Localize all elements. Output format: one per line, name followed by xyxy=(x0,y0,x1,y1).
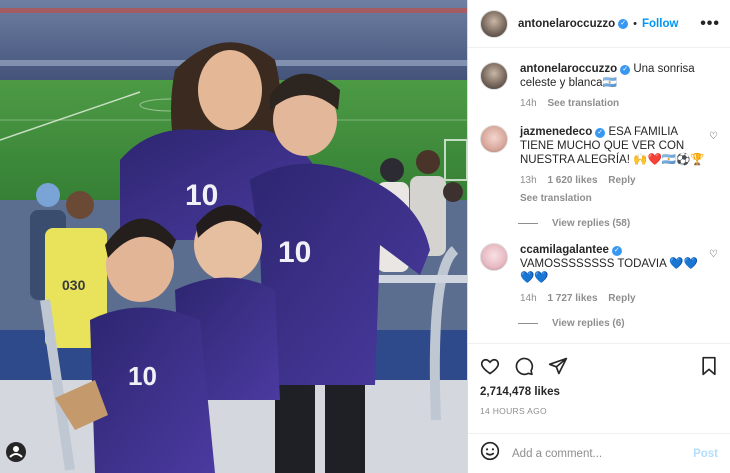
bookmark-icon[interactable] xyxy=(700,356,718,376)
post-actions: 2,714,478 likes 14 HOURS AGO xyxy=(468,343,730,416)
woman-jersey-number: 10 xyxy=(185,179,218,212)
verified-badge-icon: ✓ xyxy=(620,65,631,75)
svg-text:030: 030 xyxy=(62,277,86,293)
follow-button[interactable]: Follow xyxy=(642,18,678,30)
commenter-username[interactable]: jazmenedeco xyxy=(520,126,592,138)
post-side-panel: antonelaroccuzzo ✓ • Follow ••• antonela… xyxy=(467,0,730,473)
comment-input[interactable]: Add a comment... xyxy=(512,448,693,460)
comment-likes[interactable]: 1 620 likes xyxy=(547,175,597,186)
like-heart-icon[interactable] xyxy=(480,356,500,376)
post-comment-button[interactable]: Post xyxy=(693,448,718,460)
author-avatar[interactable] xyxy=(480,9,508,38)
commenter-avatar[interactable] xyxy=(480,125,508,153)
small-boy-jersey-number: 10 xyxy=(128,361,157,391)
boy-jersey-number: 10 xyxy=(278,236,311,269)
commenter-avatar[interactable] xyxy=(480,243,508,271)
see-translation-link[interactable]: See translation xyxy=(547,98,619,109)
comment-item: jazmenedeco ✓ ESA FAMILIA TIENE MUCHO QUE… xyxy=(480,125,718,206)
comment-like-heart-icon[interactable]: ♡ xyxy=(709,131,718,142)
comment-text: VAMOSSSSSSSS TODAVIA 💙💙💙💙 xyxy=(520,258,698,284)
woman-face xyxy=(198,50,262,130)
comments-list[interactable]: antonelaroccuzzo ✓ Una sonrisa celeste y … xyxy=(468,48,730,342)
verified-badge-icon: ✓ xyxy=(618,18,629,29)
more-options-icon[interactable]: ••• xyxy=(700,15,720,33)
comment-like-heart-icon[interactable]: ♡ xyxy=(709,249,718,260)
reply-button[interactable]: Reply xyxy=(608,293,635,304)
verified-badge-icon: ✓ xyxy=(595,128,606,138)
instagram-post-viewer: 030 10 10 10 antonelaroccuzzo ✓ • Follow… xyxy=(0,0,730,473)
stadium-banner xyxy=(0,8,467,13)
comment-bubble-icon[interactable] xyxy=(514,356,534,376)
post-timestamp: 14 HOURS AGO xyxy=(480,406,547,416)
emoji-picker-icon[interactable] xyxy=(480,441,500,466)
share-send-icon[interactable] xyxy=(548,356,568,376)
post-header: antonelaroccuzzo ✓ • Follow ••• xyxy=(468,0,730,48)
comment-item: ccamilagalantee ✓ VAMOSSSSSSSS TODAVIA 💙💙… xyxy=(480,243,718,306)
caption-username[interactable]: antonelaroccuzzo xyxy=(520,63,617,75)
separator-dot: • xyxy=(633,17,637,30)
likes-count[interactable]: 2,714,478 likes xyxy=(480,386,718,398)
view-replies-button[interactable]: View replies (58) xyxy=(518,218,718,229)
commenter-username[interactable]: ccamilagalantee xyxy=(520,244,609,256)
comment-likes[interactable]: 1 727 likes xyxy=(547,293,597,304)
see-translation-link[interactable]: See translation xyxy=(520,193,592,204)
author-username[interactable]: antonelaroccuzzo xyxy=(518,18,615,30)
reply-button[interactable]: Reply xyxy=(608,175,635,186)
comment-time: 14h xyxy=(520,293,537,304)
caption-avatar[interactable] xyxy=(480,62,508,90)
comment-composer: Add a comment... Post xyxy=(468,433,730,473)
caption-time: 14h xyxy=(520,98,537,109)
view-replies-button[interactable]: View replies (6) xyxy=(518,318,718,329)
verified-badge-icon: ✓ xyxy=(611,246,622,256)
caption: antonelaroccuzzo ✓ Una sonrisa celeste y … xyxy=(480,62,718,111)
comment-time: 13h xyxy=(520,175,537,186)
photo-illustration: 030 10 10 10 xyxy=(0,0,467,473)
post-photo[interactable]: 030 10 10 10 xyxy=(0,0,467,473)
